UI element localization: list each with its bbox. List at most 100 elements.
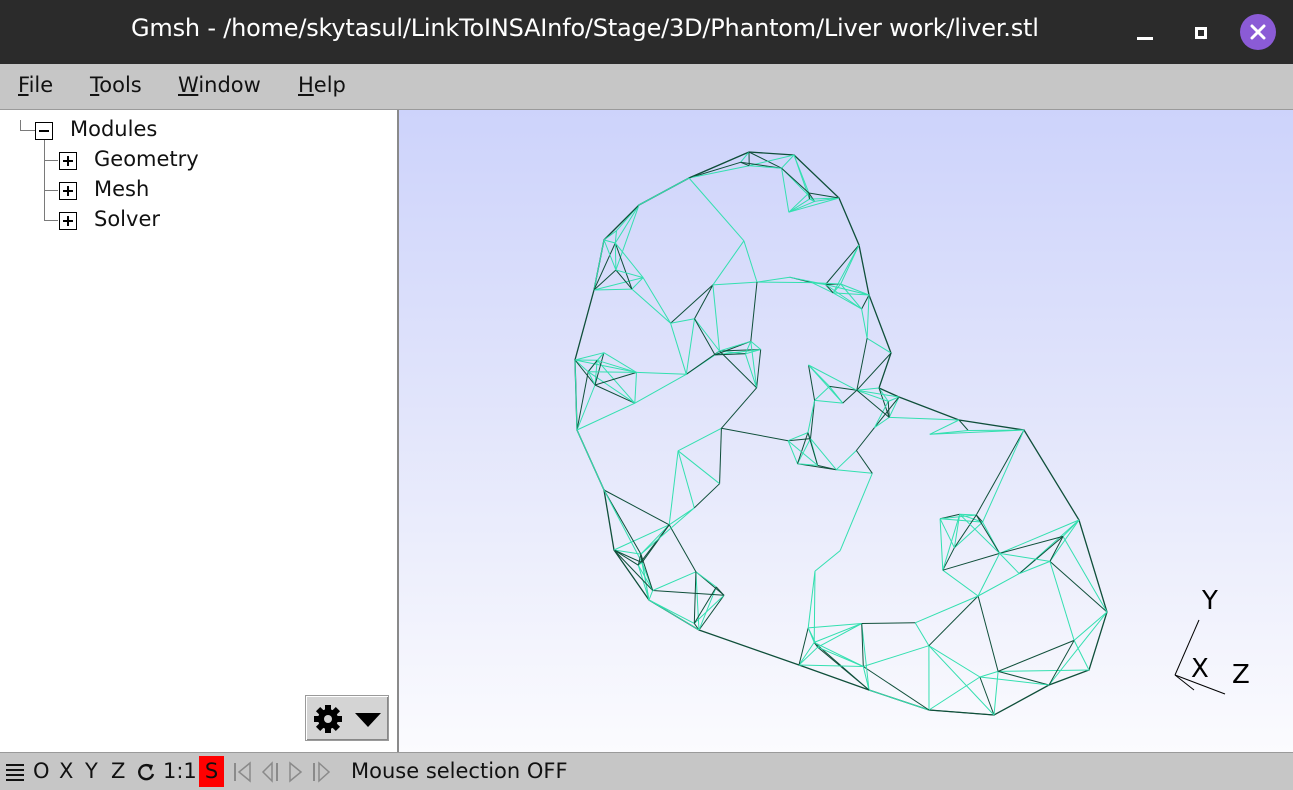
mesh-edge [798, 439, 811, 464]
mesh-edge [588, 372, 636, 373]
tree-item-modules[interactable]: Modules [70, 117, 157, 141]
mesh-edge [678, 451, 720, 484]
mesh-edge [857, 388, 879, 390]
mesh-edge [815, 386, 830, 400]
mesh-edge [915, 623, 929, 646]
menu-help-label: elp [314, 73, 346, 97]
view-y-button[interactable]: Y [85, 759, 98, 783]
mesh-edge [960, 514, 977, 515]
tree-connector [20, 120, 35, 131]
mesh-edge [751, 341, 761, 349]
mesh-edge [616, 205, 639, 270]
mesh-edge [1050, 561, 1107, 612]
mesh-edge [669, 508, 694, 525]
menu-tools[interactable]: Tools [90, 73, 142, 97]
mesh-edge [616, 270, 643, 278]
mesh-edge [678, 428, 721, 451]
mesh-edge [799, 628, 808, 665]
caret-down-icon [354, 712, 382, 728]
maximize-icon [1195, 27, 1207, 39]
gear-icon [312, 703, 344, 735]
menu-window[interactable]: Window [178, 73, 261, 97]
mesh-edge [863, 667, 929, 711]
view-x-button[interactable]: X [59, 759, 73, 783]
play-icon[interactable] [288, 761, 304, 783]
mesh-edge [998, 640, 1074, 671]
mesh-edge [632, 289, 671, 323]
tree-connector [44, 138, 46, 221]
mesh-edge [843, 390, 857, 403]
title-bar: Gmsh - /home/skytasul/LinkToINSAInfo/Sta… [0, 0, 1293, 64]
mesh-edge [678, 451, 694, 508]
axis-y-label: Y [1202, 586, 1218, 616]
mesh-edge [836, 470, 872, 474]
collapse-modules-toggle[interactable] [35, 122, 53, 140]
mesh-edge [789, 201, 815, 212]
menu-help[interactable]: Help [298, 73, 346, 97]
mesh-edge [815, 551, 840, 572]
mesh-edge [604, 240, 615, 243]
minimize-button[interactable] [1128, 16, 1162, 50]
mesh-edge [980, 677, 1049, 685]
liver-mesh-wireframe[interactable] [399, 110, 1293, 752]
mesh-edge [998, 671, 1049, 685]
mesh-edge [689, 166, 749, 178]
mesh-edge [862, 295, 869, 309]
close-icon [1250, 24, 1266, 40]
expand-solver-toggle[interactable] [59, 212, 77, 230]
axis-z-label: Z [1232, 660, 1250, 690]
mesh-edge [998, 670, 1089, 671]
mesh-edge [983, 430, 1024, 522]
tree-item-mesh[interactable]: Mesh [94, 177, 149, 201]
minimize-icon [1137, 37, 1153, 40]
expand-mesh-toggle[interactable] [59, 182, 77, 200]
scale-1to1-button[interactable]: 1:1 [163, 759, 197, 783]
mesh-edge [744, 241, 757, 282]
mesh-edge [604, 205, 639, 240]
mesh-edge [695, 319, 720, 351]
mesh-edge [689, 152, 749, 178]
tree-item-geometry[interactable]: Geometry [94, 147, 199, 171]
mesh-edge [638, 525, 669, 565]
step-back-icon[interactable] [260, 761, 280, 783]
menu-file[interactable]: File [18, 73, 53, 97]
mesh-edge [814, 571, 815, 642]
mesh-edge [594, 243, 615, 290]
mesh-edge [833, 293, 861, 309]
mesh-edge [615, 243, 616, 270]
mesh-edge [867, 295, 869, 338]
close-button[interactable] [1240, 14, 1276, 50]
step-forward-icon[interactable] [311, 761, 333, 783]
mesh-edge [980, 677, 994, 715]
mesh-edge [840, 473, 872, 550]
view-origin-button[interactable]: O [33, 759, 50, 783]
mesh-edge [637, 372, 687, 374]
view-z-button[interactable]: Z [111, 759, 125, 783]
hamburger-icon[interactable] [6, 763, 24, 781]
selection-button[interactable]: S [199, 756, 224, 787]
rotate-icon[interactable] [136, 762, 156, 782]
menu-window-mnemonic: W [178, 73, 198, 97]
mesh-edge [940, 519, 943, 571]
mesh-edge [940, 519, 954, 548]
menu-help-mnemonic: H [298, 73, 314, 97]
mesh-edge [799, 642, 814, 665]
mesh-edge [857, 390, 888, 401]
tree-connector [44, 220, 58, 222]
mesh-edge [669, 525, 696, 572]
expand-geometry-toggle[interactable] [59, 152, 77, 170]
mesh-edge [929, 677, 980, 710]
mesh-edge [790, 277, 826, 284]
mesh-edge [689, 162, 741, 178]
tree-connector [44, 160, 58, 162]
mesh-edge [869, 690, 929, 710]
graphics-viewport[interactable]: Y X Z [399, 110, 1293, 752]
mesh-edge [671, 323, 687, 374]
mesh-edge [815, 400, 843, 403]
tree-item-solver[interactable]: Solver [94, 207, 160, 231]
first-frame-icon[interactable] [233, 761, 253, 783]
maximize-button[interactable] [1184, 16, 1218, 50]
mesh-edge [720, 428, 722, 483]
settings-dropdown-button[interactable] [305, 695, 389, 741]
status-bar: O X Y Z 1:1 S Mouse selection OFF [0, 752, 1293, 790]
